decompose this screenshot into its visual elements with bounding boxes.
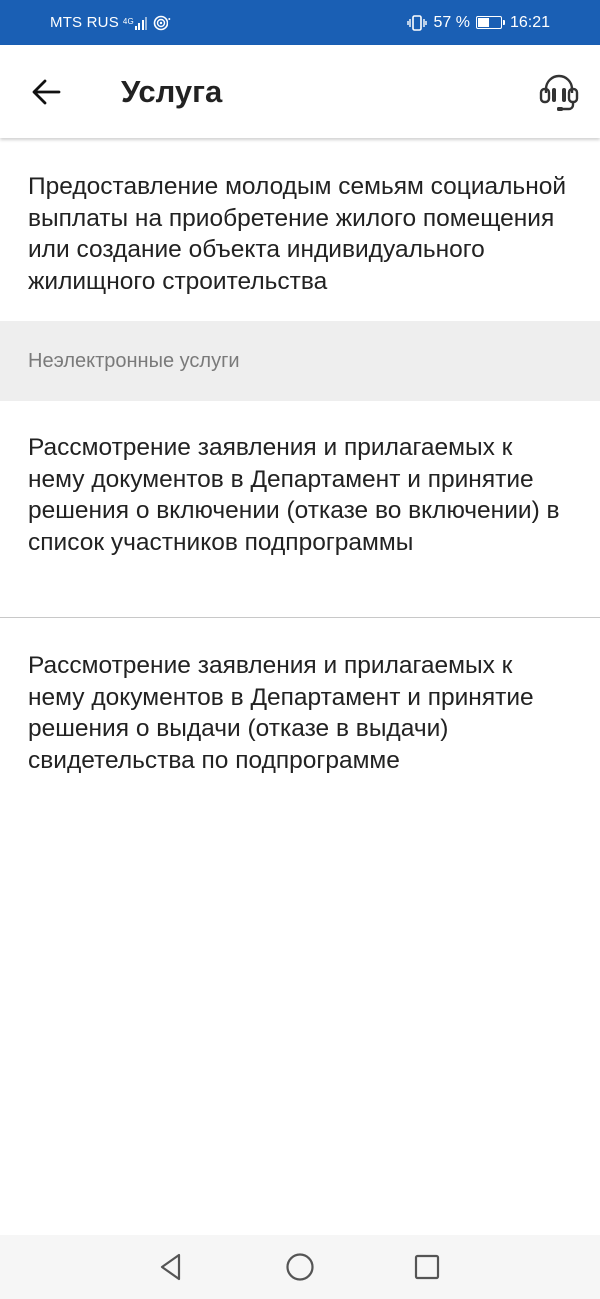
page-title: Услуга [121, 74, 223, 109]
service-title: Предоставление молодым семьям социальной… [28, 173, 567, 295]
status-left: MTS RUS 4G [50, 0, 171, 45]
nav-home-button[interactable] [280, 1247, 320, 1287]
status-bar: MTS RUS 4G 57 % 16:21 [0, 0, 600, 45]
app-bar: Услуга [0, 45, 600, 138]
nav-recents-button[interactable] [407, 1247, 447, 1287]
content: Предоставление молодым семьям социальной… [0, 138, 600, 808]
support-button[interactable] [534, 69, 584, 115]
triangle-back-icon [160, 1253, 181, 1281]
network-type: 4G [122, 16, 134, 26]
section-header: Неэлектронные услуги [0, 321, 600, 401]
back-button[interactable] [22, 70, 70, 114]
vibrate-icon [407, 14, 428, 31]
square-recents-icon [414, 1254, 440, 1280]
arrow-left-icon [32, 79, 61, 105]
navigation-bar [0, 1235, 600, 1299]
list-item[interactable]: Рассмотрение заявления и прилагаемых к н… [0, 618, 600, 808]
circle-home-icon [286, 1253, 314, 1281]
battery-icon [475, 16, 505, 29]
headset-icon [539, 74, 579, 111]
signal-icon: 4G [123, 16, 148, 30]
list-item[interactable]: Рассмотрение заявления и прилагаемых к н… [0, 401, 600, 618]
carrier-name: MTS RUS [50, 14, 119, 31]
battery-percent: 57 % [433, 13, 470, 31]
clock: 16:21 [509, 13, 550, 31]
nav-back-button[interactable] [151, 1247, 191, 1287]
hotspot-icon [153, 15, 171, 31]
status-right: 57 % 16:21 [407, 0, 550, 45]
